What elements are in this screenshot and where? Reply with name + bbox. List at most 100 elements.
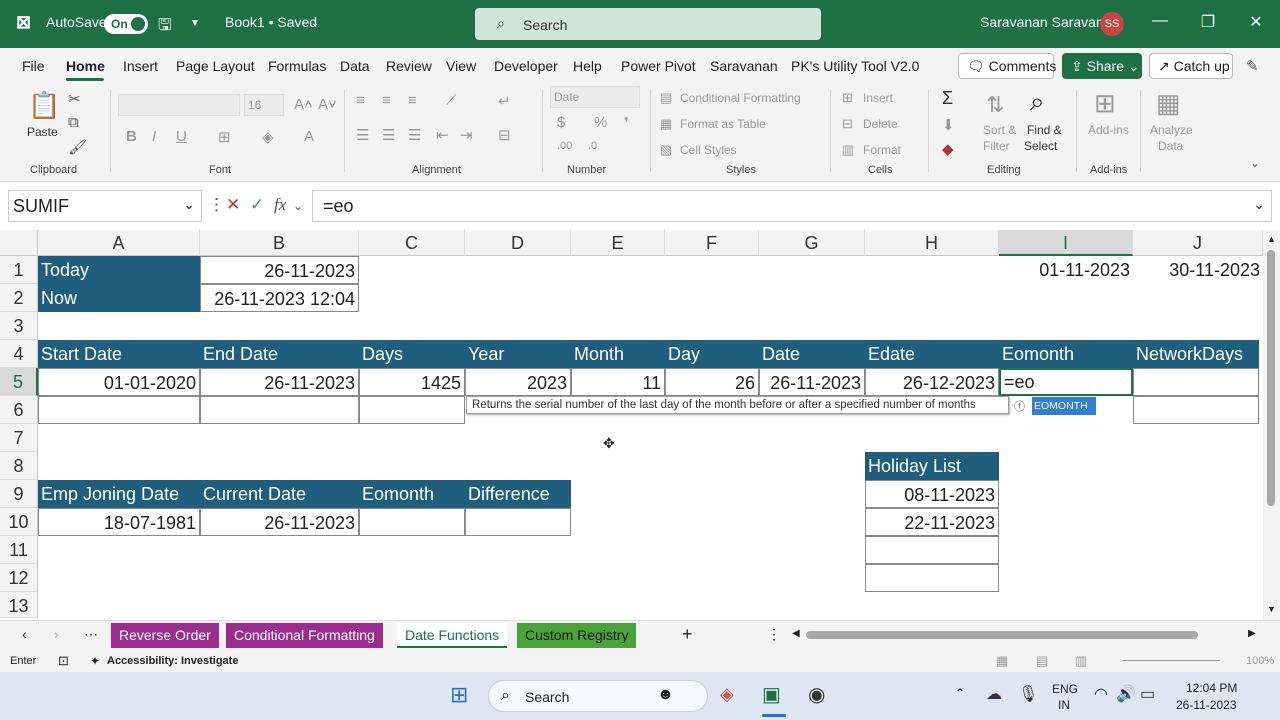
clear-icon[interactable]: ◆ [942, 140, 954, 158]
normal-view-icon[interactable]: ▦ [996, 653, 1008, 669]
cell-b1[interactable]: 26-11-2023 [200, 256, 359, 284]
column-header[interactable]: F [665, 230, 759, 256]
cell-a10[interactable]: 18-07-1981 [38, 508, 200, 536]
merge-center-icon[interactable]: ⊟ [498, 126, 511, 144]
windows-start-icon[interactable]: ⊞ [450, 682, 468, 708]
row-header[interactable]: 9 [0, 480, 38, 508]
row-header[interactable]: 2 [0, 284, 38, 312]
sheet-tab-conditional-formatting[interactable]: Conditional Formatting [226, 623, 383, 648]
zoom-slider[interactable] [1122, 660, 1220, 661]
tray-chevron-icon[interactable]: ⌃ [955, 686, 965, 700]
sort-filter-label-1[interactable]: Sort & [983, 123, 1016, 137]
format-cells-button[interactable]: Format [863, 143, 901, 157]
format-painter-icon[interactable]: 🖌 [68, 138, 87, 156]
row-header[interactable]: 13 [0, 592, 38, 618]
zoom-level[interactable]: 100% [1246, 655, 1274, 667]
fill-color-icon[interactable]: ◈ [262, 128, 274, 146]
sheet-tab-reverse-order[interactable]: Reverse Order [111, 623, 219, 648]
percent-icon[interactable]: % [594, 114, 607, 131]
column-header[interactable]: A [38, 230, 200, 256]
delete-cells-button[interactable]: Delete [863, 117, 898, 131]
scroll-left-icon[interactable]: ◀ [792, 628, 800, 639]
cell-a4[interactable]: Start Date [38, 340, 200, 368]
accessibility-icon[interactable]: ✦ [90, 654, 100, 668]
tab-saravanan[interactable]: Saravanan [710, 58, 778, 74]
select-all-corner[interactable] [0, 230, 38, 256]
copilot-icon[interactable]: ◈ [720, 684, 734, 705]
vertical-scroll-thumb[interactable] [1267, 250, 1275, 506]
cell-g5[interactable]: 26-11-2023 [759, 368, 865, 396]
cell-b4[interactable]: End Date [200, 340, 359, 368]
save-icon[interactable]: 🖫 [158, 14, 172, 41]
cell-h11[interactable] [865, 536, 999, 564]
cell-c6[interactable] [359, 396, 465, 424]
avatar[interactable]: SS [1100, 12, 1124, 36]
vertical-scrollbar[interactable]: ▲ ▼ [1263, 230, 1280, 620]
autosum-icon[interactable]: Σ [942, 88, 953, 109]
language-indicator[interactable]: ENG [1052, 682, 1078, 696]
taskbar-search[interactable]: ⌕ Search ☻ [488, 680, 708, 712]
cell-i1[interactable]: 01-11-2023 [999, 256, 1133, 284]
cell-d4[interactable]: Year [465, 340, 571, 368]
cell-e4[interactable]: Month [571, 340, 665, 368]
format-as-table-button[interactable]: Format as Table [680, 117, 766, 131]
autocomplete-suggestion[interactable]: ⓕ EOMONTH [1012, 397, 1096, 415]
prev-sheet-icon[interactable]: ‹ [22, 626, 27, 642]
cell-styles-button[interactable]: Cell Styles [680, 143, 737, 157]
tab-developer[interactable]: Developer [494, 58, 558, 74]
cell-d10[interactable] [465, 508, 571, 536]
cell-c10[interactable] [359, 508, 465, 536]
conditional-formatting-button[interactable]: Conditional Formatting [680, 91, 801, 105]
cut-icon[interactable]: ✂ [68, 90, 81, 108]
more-sheets-icon[interactable]: ⋯ [84, 626, 98, 643]
suggestion-eomonth[interactable]: EOMONTH [1032, 397, 1096, 415]
cell-c4[interactable]: Days [359, 340, 465, 368]
search-box[interactable]: ⌕ Search [475, 8, 821, 40]
bold-icon[interactable]: B [126, 128, 137, 145]
align-left-icon[interactable]: ☰ [356, 126, 369, 144]
align-right-icon[interactable]: ☰ [408, 126, 421, 144]
clock-time[interactable]: 12:04 PM [1186, 681, 1237, 695]
cell-f5[interactable]: 26 [665, 368, 759, 396]
wifi-icon[interactable]: ◠ [1094, 684, 1108, 704]
cell-j5[interactable] [1133, 368, 1259, 396]
cell-d5[interactable]: 2023 [465, 368, 571, 396]
conditional-formatting-icon[interactable]: ▤ [660, 90, 672, 106]
tab-help[interactable]: Help [573, 58, 602, 74]
sort-filter-label-2[interactable]: Filter [983, 139, 1010, 153]
wrap-text-icon[interactable]: ↵ [498, 92, 511, 110]
close-icon[interactable]: ✕ [1241, 12, 1271, 32]
battery-icon[interactable]: ▭ [1140, 684, 1155, 704]
tab-view[interactable]: View [446, 58, 476, 74]
delete-cells-icon[interactable]: ⊟ [842, 116, 853, 132]
borders-icon[interactable]: ⊞ [218, 128, 231, 146]
sheet-tab-date-functions[interactable]: Date Functions [397, 623, 508, 648]
cell-h12[interactable] [865, 564, 999, 592]
column-header[interactable]: B [200, 230, 359, 256]
format-cells-icon[interactable]: ▥ [842, 142, 854, 158]
catch-up-button[interactable]: ↗ Catch up [1149, 53, 1233, 79]
increase-indent-icon[interactable]: ⇥ [460, 126, 473, 144]
tab-review[interactable]: Review [386, 58, 432, 74]
cancel-icon[interactable]: ✕ [226, 195, 240, 215]
cell-c9[interactable]: Eomonth [359, 480, 465, 508]
cell-a1[interactable]: Today [38, 256, 200, 284]
cell-styles-icon[interactable]: ▧ [660, 142, 672, 158]
microphone-icon[interactable]: 🎙 [1018, 684, 1038, 704]
tab-formulas[interactable]: Formulas [268, 58, 326, 74]
comma-icon[interactable]: ❜ [624, 114, 629, 132]
row-header[interactable]: 10 [0, 508, 38, 536]
excel-taskbar-icon[interactable]: ▣ [762, 682, 781, 707]
cell-b5[interactable]: 26-11-2023 [200, 368, 359, 396]
font-color-icon[interactable]: A [304, 128, 314, 145]
cell-h8[interactable]: Holiday List [865, 452, 999, 480]
decrease-decimal-icon[interactable]: .0 [588, 140, 597, 152]
analyze-data-label-1[interactable]: Analyze [1150, 123, 1193, 137]
tab-splitter-icon[interactable]: ⋮ [767, 626, 781, 643]
document-title[interactable]: Book1 • Saved [225, 14, 317, 30]
minimize-icon[interactable]: — [1145, 12, 1175, 30]
tab-file[interactable]: File [22, 58, 45, 74]
insert-cells-icon[interactable]: ⊞ [842, 90, 853, 106]
underline-icon[interactable]: U [176, 128, 187, 145]
row-header[interactable]: 11 [0, 536, 38, 564]
